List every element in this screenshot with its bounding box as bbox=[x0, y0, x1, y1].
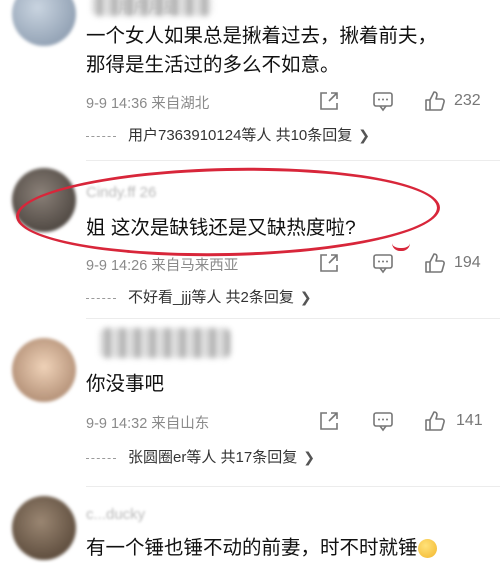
comment-meta: 9-9 14:26 来自马来西亚 194 bbox=[86, 252, 486, 276]
comment-icon[interactable] bbox=[372, 90, 394, 112]
reply-summary-text: 用户7363910124等人 共10条回复 bbox=[128, 127, 353, 144]
reply-summary[interactable]: 不好看_jjj等人 共2条回复 ❯ bbox=[86, 286, 312, 310]
comment-text-line: 那得是生活过的多么不如意。 bbox=[86, 54, 340, 76]
username[interactable]: Cindy.ff 26 bbox=[86, 184, 156, 201]
comment-meta: 9-9 14:36 来自湖北 232 bbox=[86, 90, 486, 114]
like-count: 141 bbox=[456, 412, 483, 429]
comment-2: Cindy.ff 26 姐 这次是缺钱还是又缺热度啦? 9-9 14:26 来自… bbox=[0, 160, 500, 319]
comment-date-location: 9-9 14:32 来自山东 bbox=[86, 416, 210, 432]
smile-emoji-icon bbox=[417, 539, 437, 559]
chevron-right-icon: ❯ bbox=[358, 127, 371, 143]
chevron-right-icon: ❯ bbox=[303, 449, 315, 465]
comment-meta: 9-9 14:32 来自山东 141 bbox=[86, 410, 486, 434]
chevron-right-icon: ❯ bbox=[299, 289, 312, 305]
thumb-up-icon[interactable] bbox=[424, 252, 446, 274]
comment-text: 有一个锤也锤不动的前妻，时不时就锤 bbox=[86, 534, 490, 563]
avatar[interactable] bbox=[12, 496, 76, 560]
reply-summary[interactable]: 用户7363910124等人 共10条回复 ❯ bbox=[86, 124, 370, 148]
like-count: 194 bbox=[454, 254, 481, 271]
reply-summary[interactable]: 张圆圈er等人 共17条回复 ❯ bbox=[86, 446, 315, 470]
thumb-up-icon[interactable] bbox=[424, 410, 446, 432]
comment-1: 用户月星 一个女人如果总是揪着过去，揪着前夫， 那得是生活过的多么不如意。 9-… bbox=[0, 0, 500, 161]
username[interactable]: c...ducky bbox=[86, 506, 145, 523]
avatar[interactable] bbox=[12, 338, 76, 402]
comment-date-location: 9-9 14:26 来自马来西亚 bbox=[86, 258, 239, 274]
comment-3: 你没事吧 9-9 14:32 来自山东 141 张圆圈er等人 共17条回复 ❯ bbox=[0, 318, 500, 487]
username[interactable]: 用户月星 bbox=[118, 0, 178, 17]
comment-text: 姐 这次是缺钱还是又缺热度啦? bbox=[86, 217, 356, 239]
reply-dash bbox=[86, 297, 116, 299]
reply-dash bbox=[86, 457, 116, 459]
avatar[interactable] bbox=[12, 168, 76, 232]
comment-date-location: 9-9 14:36 来自湖北 bbox=[86, 96, 210, 112]
comment-4: c...ducky 有一个锤也锤不动的前妻，时不时就锤 bbox=[0, 486, 500, 562]
comment-icon[interactable] bbox=[372, 410, 394, 432]
thumb-up-icon[interactable] bbox=[424, 90, 446, 112]
username-redacted bbox=[100, 328, 230, 358]
reply-summary-text: 不好看_jjj等人 共2条回复 bbox=[128, 289, 294, 306]
comment-text: 你没事吧 bbox=[86, 373, 165, 395]
comment-text-line: 一个女人如果总是揪着过去，揪着前夫， bbox=[86, 25, 438, 47]
comment-text: 一个女人如果总是揪着过去，揪着前夫， 那得是生活过的多么不如意。 bbox=[86, 22, 460, 80]
share-icon[interactable] bbox=[318, 252, 340, 274]
avatar[interactable] bbox=[12, 0, 76, 46]
comment-text-content: 有一个锤也锤不动的前妻，时不时就锤 bbox=[86, 537, 418, 559]
like-count: 232 bbox=[454, 92, 481, 109]
share-icon[interactable] bbox=[318, 90, 340, 112]
reply-dash bbox=[86, 135, 116, 137]
comment-icon[interactable] bbox=[372, 252, 394, 274]
reply-summary-text: 张圆圈er等人 共17条回复 bbox=[128, 449, 298, 466]
share-icon[interactable] bbox=[318, 410, 340, 432]
